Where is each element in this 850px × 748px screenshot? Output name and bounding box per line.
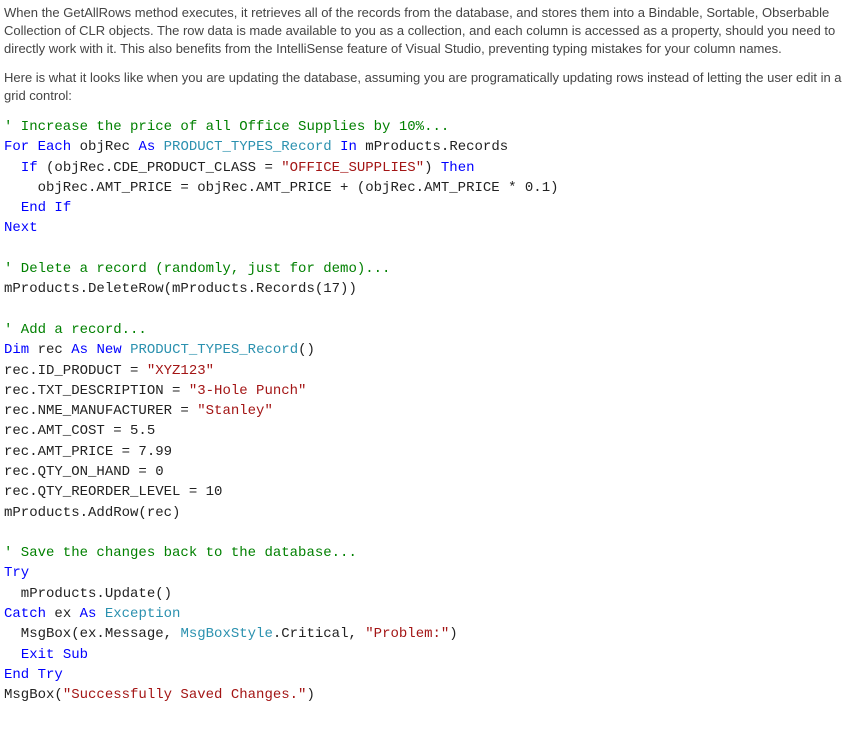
code-text: rec.TXT_DESCRIPTION = xyxy=(4,383,189,399)
code-text: ) xyxy=(424,160,441,176)
code-text: ex xyxy=(46,606,80,622)
code-text: rec.AMT_COST = 5.5 xyxy=(4,423,155,439)
code-string: "Stanley" xyxy=(197,403,273,419)
code-text: rec.NME_MANUFACTURER = xyxy=(4,403,197,419)
code-string: "3-Hole Punch" xyxy=(189,383,307,399)
code-text xyxy=(96,606,104,622)
code-text: rec.QTY_REORDER_LEVEL = 10 xyxy=(4,484,222,500)
code-text: rec.AMT_PRICE = 7.99 xyxy=(4,444,172,460)
code-type: PRODUCT_TYPES_Record xyxy=(130,342,298,358)
code-type: MsgBoxStyle xyxy=(180,626,272,642)
code-string: "OFFICE_SUPPLIES" xyxy=(281,160,424,176)
code-keyword: Dim xyxy=(4,342,29,358)
code-text xyxy=(4,160,21,176)
code-text xyxy=(155,139,163,155)
code-text: mProducts.AddRow(rec) xyxy=(4,505,180,521)
code-keyword: As xyxy=(138,139,155,155)
code-comment: ' Increase the price of all Office Suppl… xyxy=(4,119,449,135)
code-string: "Successfully Saved Changes." xyxy=(63,687,307,703)
code-text: mProducts.Records xyxy=(357,139,508,155)
code-block: ' Increase the price of all Office Suppl… xyxy=(4,117,846,706)
code-text: () xyxy=(298,342,315,358)
code-text: rec.QTY_ON_HAND = 0 xyxy=(4,464,164,480)
code-text xyxy=(4,200,21,216)
code-text: mProducts.DeleteRow(mProducts.Records(17… xyxy=(4,281,357,297)
code-keyword: End If xyxy=(21,200,71,216)
code-text: (objRec.CDE_PRODUCT_CLASS = xyxy=(38,160,282,176)
code-keyword: End Try xyxy=(4,667,63,683)
code-text xyxy=(4,647,21,663)
code-keyword: As xyxy=(80,606,97,622)
code-string: "XYZ123" xyxy=(147,363,214,379)
code-text: objRec.AMT_PRICE = objRec.AMT_PRICE + (o… xyxy=(4,180,559,196)
code-keyword: Try xyxy=(4,565,29,581)
code-keyword: Exit Sub xyxy=(21,647,88,663)
code-keyword: As New xyxy=(71,342,121,358)
paragraph-2: Here is what it looks like when you are … xyxy=(4,69,846,105)
code-comment: ' Add a record... xyxy=(4,322,147,338)
code-keyword: Catch xyxy=(4,606,46,622)
code-type: Exception xyxy=(105,606,181,622)
code-type: PRODUCT_TYPES_Record xyxy=(164,139,332,155)
code-text: mProducts.Update() xyxy=(4,586,172,602)
paragraph-1: When the GetAllRows method executes, it … xyxy=(4,4,846,59)
code-text xyxy=(332,139,340,155)
code-string: "Problem:" xyxy=(365,626,449,642)
code-keyword: Next xyxy=(4,220,38,236)
code-keyword: In xyxy=(340,139,357,155)
code-keyword: If xyxy=(21,160,38,176)
code-text: MsgBox(ex.Message, xyxy=(4,626,180,642)
code-keyword: For Each xyxy=(4,139,71,155)
code-keyword: Then xyxy=(441,160,475,176)
code-comment: ' Save the changes back to the database.… xyxy=(4,545,357,561)
code-text: ) xyxy=(306,687,314,703)
code-text xyxy=(122,342,130,358)
code-text: MsgBox( xyxy=(4,687,63,703)
code-text: ) xyxy=(449,626,457,642)
code-text: .Critical, xyxy=(273,626,365,642)
code-text: rec.ID_PRODUCT = xyxy=(4,363,147,379)
code-text: rec xyxy=(29,342,71,358)
code-comment: ' Delete a record (randomly, just for de… xyxy=(4,261,390,277)
code-text: objRec xyxy=(71,139,138,155)
